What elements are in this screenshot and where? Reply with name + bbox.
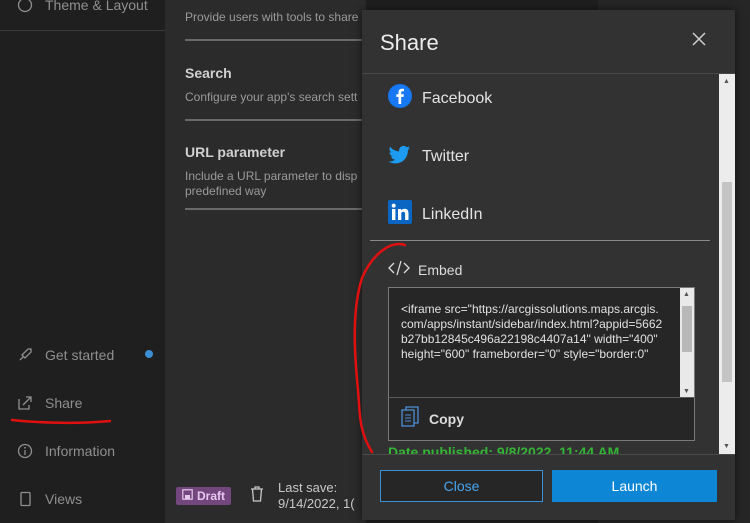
palette-icon	[16, 0, 33, 13]
share-linkedin-button[interactable]: LinkedIn	[388, 200, 483, 229]
linkedin-icon	[388, 200, 412, 229]
notification-dot	[145, 350, 153, 358]
divider	[370, 240, 710, 241]
dialog-title: Share	[380, 30, 439, 55]
rocket-icon	[16, 346, 33, 363]
embed-code-textarea[interactable]: <iframe src="https://arcgissolutions.map…	[388, 287, 695, 399]
embed-label: Embed	[418, 261, 463, 278]
close-dialog-button[interactable]	[688, 30, 710, 52]
tablet-icon	[16, 490, 33, 507]
facebook-label: Facebook	[422, 89, 493, 107]
close-icon	[692, 31, 706, 51]
sidebar-item-information[interactable]: Information	[16, 442, 115, 459]
save-icon	[182, 489, 193, 503]
copy-label: Copy	[429, 411, 464, 427]
share-facebook-button[interactable]: Facebook	[388, 84, 492, 113]
sidebar-item-label: Get started	[45, 346, 115, 363]
sidebar-item-label: Information	[45, 442, 116, 459]
settings-pane: Provide users with tools to share Search…	[166, 0, 375, 470]
share-twitter-button[interactable]: Twitter	[388, 142, 469, 171]
scrollbar-thumb[interactable]	[682, 306, 692, 352]
status-footer: Draft Last save: 9/14/2022, 1(	[166, 470, 366, 523]
divider	[362, 454, 735, 455]
share-dialog: Share Facebook Twitter LinkedIn Embed <i…	[362, 10, 735, 520]
sidebar-item-get-started[interactable]: Get started	[16, 346, 114, 363]
code-icon	[388, 260, 410, 279]
copy-icon	[401, 405, 421, 433]
search-section[interactable]: Search Configure your app's search sett	[185, 65, 365, 105]
delete-draft-button[interactable]	[250, 485, 264, 508]
scroll-up-icon[interactable]: ▲	[683, 291, 690, 298]
sidebar-item-label: Views	[45, 490, 83, 507]
sidebar-item-label: Theme & Layout	[45, 0, 148, 13]
scroll-up-icon[interactable]: ▲	[723, 78, 730, 85]
copy-embed-button[interactable]: Copy	[388, 397, 695, 441]
left-sidebar: Theme & Layout Get started Share Informa…	[0, 0, 166, 523]
embed-header: Embed	[388, 260, 462, 279]
url-parameter-section[interactable]: URL parameter Include a URL parameter to…	[185, 144, 365, 199]
facebook-icon	[388, 84, 412, 113]
search-section-title: Search	[185, 65, 232, 81]
draft-badge: Draft	[176, 487, 232, 505]
scrollbar[interactable]: ▲ ▼	[680, 288, 694, 398]
scroll-down-icon[interactable]: ▼	[723, 443, 730, 450]
divider	[185, 39, 375, 41]
url-parameter-title: URL parameter	[185, 144, 286, 160]
twitter-label: Twitter	[422, 147, 470, 165]
embed-code-text: <iframe src="https://arcgissolutions.map…	[401, 302, 663, 361]
trash-icon	[250, 486, 264, 507]
divider	[185, 208, 375, 210]
linkedin-label: LinkedIn	[422, 205, 483, 223]
launch-button[interactable]: Launch	[552, 470, 717, 502]
divider	[185, 119, 375, 121]
close-button[interactable]: Close	[380, 470, 543, 502]
url-parameter-description-2: predefined way	[185, 184, 267, 198]
dialog-body: Facebook Twitter LinkedIn Embed <iframe …	[362, 74, 719, 454]
last-save-info: Last save: 9/14/2022, 1(	[278, 480, 355, 512]
sidebar-item-views[interactable]: Views	[16, 490, 82, 507]
scrollbar-thumb[interactable]	[722, 182, 732, 382]
search-section-description: Configure your app's search sett	[185, 90, 358, 104]
share-icon	[16, 394, 33, 411]
sidebar-item-label: Share	[45, 394, 83, 411]
last-save-label: Last save:	[278, 480, 338, 495]
twitter-icon	[388, 142, 412, 171]
sidebar-item-theme-layout[interactable]: Theme & Layout	[0, 0, 165, 31]
dialog-scrollbar[interactable]: ▲ ▼	[719, 74, 735, 454]
date-published: Date published: 9/8/2022, 11:44 AM	[388, 444, 620, 454]
scroll-down-icon[interactable]: ▼	[683, 388, 690, 395]
last-save-value: 9/14/2022, 1(	[278, 496, 355, 511]
url-parameter-description: Include a URL parameter to disp	[185, 169, 358, 183]
share-section-description: Provide users with tools to share	[185, 10, 359, 24]
sidebar-item-share[interactable]: Share	[16, 394, 82, 411]
info-icon	[16, 442, 33, 459]
